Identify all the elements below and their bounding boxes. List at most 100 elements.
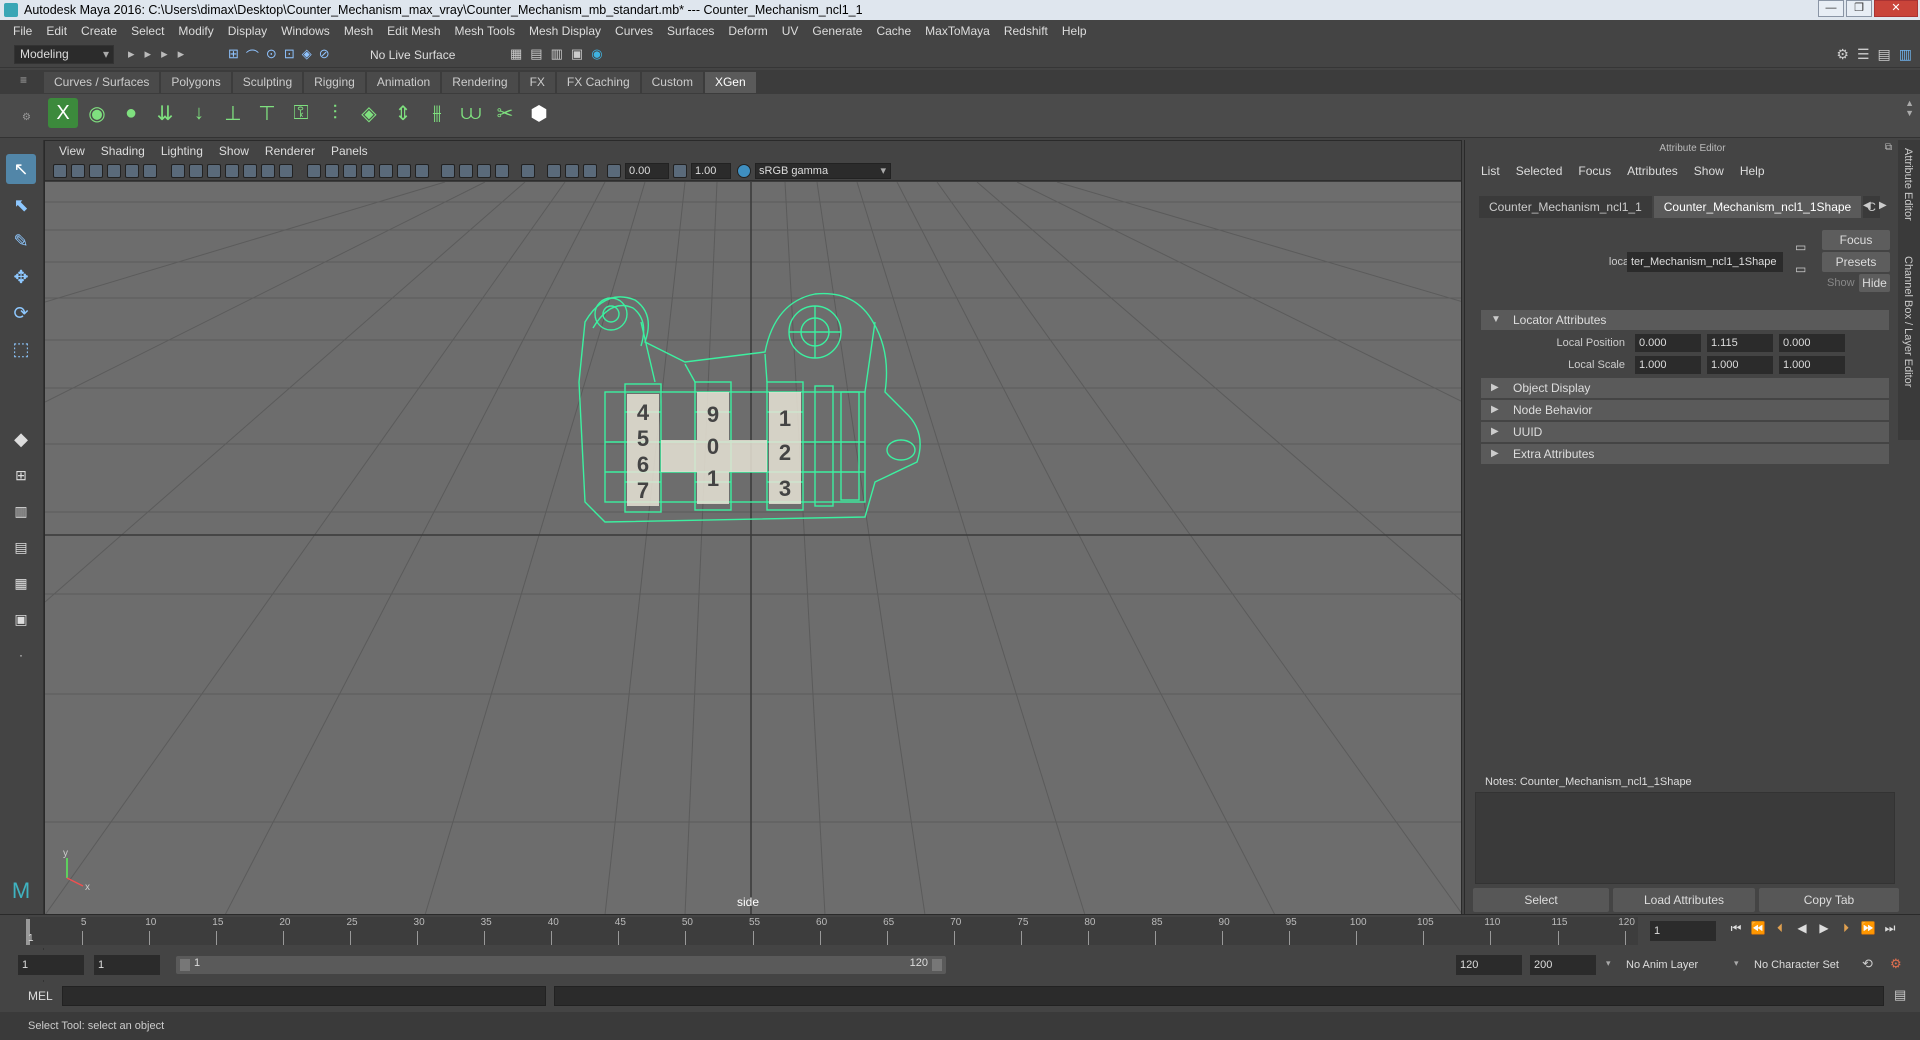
locator-name-field[interactable]: ter_Mechanism_ncl1_1Shape: [1627, 252, 1783, 272]
anim-layer-dropdown[interactable]: No Anim Layer: [1622, 955, 1740, 975]
ae-menu-help[interactable]: Help: [1732, 164, 1773, 178]
smooth-shade-icon[interactable]: [325, 164, 339, 178]
tab-curves-surfaces[interactable]: Curves / Surfaces: [44, 72, 160, 93]
character-set-dropdown[interactable]: No Character Set: [1750, 955, 1868, 975]
menu-file[interactable]: File: [6, 24, 39, 38]
menu-edit-mesh[interactable]: Edit Mesh: [380, 24, 447, 38]
ae-menu-show[interactable]: Show: [1686, 164, 1732, 178]
safe-title-icon[interactable]: [279, 164, 293, 178]
x-ray-icon[interactable]: [379, 164, 393, 178]
vp-menu-show[interactable]: Show: [211, 144, 257, 158]
shelf-scroll-up-icon[interactable]: ▲: [1905, 98, 1914, 108]
isolate-select-icon[interactable]: [521, 164, 535, 178]
minimize-button[interactable]: —: [1818, 0, 1844, 17]
xgen-create-description-icon[interactable]: ●: [116, 98, 146, 128]
menu-edit[interactable]: Edit: [39, 24, 74, 38]
section-extra-attributes[interactable]: ▶ Extra Attributes: [1481, 444, 1889, 464]
menu-generate[interactable]: Generate: [805, 24, 869, 38]
tab-shape-node[interactable]: Counter_Mechanism_ncl1_1Shape: [1653, 196, 1862, 218]
scale-tool-icon[interactable]: ⬚: [6, 334, 36, 364]
menu-mesh-tools[interactable]: Mesh Tools: [448, 24, 522, 38]
time-slider[interactable]: 1 5 10 15 20 25 30 35 40 45 50 55 60 65 70 75 80 85 90 95 1…: [0, 914, 1920, 948]
local-position-z[interactable]: 0.000: [1779, 334, 1845, 352]
menu-modify[interactable]: Modify: [171, 24, 220, 38]
tab-scroll-left-icon[interactable]: ◀: [1863, 200, 1871, 211]
command-input[interactable]: [62, 986, 546, 1006]
select-button[interactable]: Select: [1473, 888, 1609, 912]
tab-animation[interactable]: Animation: [366, 72, 441, 93]
tab-fx[interactable]: FX: [519, 72, 555, 93]
menu-cache[interactable]: Cache: [869, 24, 918, 38]
tab-fx-caching[interactable]: FX Caching: [556, 72, 640, 93]
layout-two-icon[interactable]: ▥: [6, 496, 36, 526]
play-forward-icon[interactable]: ▶: [1816, 920, 1832, 936]
xray-joints-icon[interactable]: [547, 164, 561, 178]
range-slider-bar[interactable]: 1 120: [176, 956, 946, 974]
xgen-sculpt-guide-icon[interactable]: ⊥: [218, 98, 248, 128]
wireframe-on-shaded-icon[interactable]: [361, 164, 375, 178]
copy-tab-button[interactable]: Copy Tab: [1759, 888, 1899, 912]
step-back-key-icon[interactable]: ⏪: [1750, 920, 1766, 936]
viewport-canvas[interactable]: 4 5 6 7 9 0 1 1 2 3 y x side: [45, 182, 1461, 915]
lasso-tool-icon[interactable]: ⬉: [6, 190, 36, 220]
two-d-pan-icon[interactable]: [125, 164, 139, 178]
playback-start-field[interactable]: 1: [94, 955, 160, 975]
section-uuid[interactable]: ▶ UUID: [1481, 422, 1889, 442]
menu-display[interactable]: Display: [221, 24, 274, 38]
close-button[interactable]: ✕: [1874, 0, 1918, 17]
ae-menu-attributes[interactable]: Attributes: [1619, 164, 1686, 178]
xgen-lock-icon[interactable]: ⚿: [286, 98, 316, 128]
vp-menu-lighting[interactable]: Lighting: [153, 144, 211, 158]
xray-active-icon[interactable]: [565, 164, 579, 178]
safe-action-icon[interactable]: [261, 164, 275, 178]
auto-key-icon[interactable]: ⟲: [1862, 956, 1873, 972]
tab-xgen[interactable]: XGen: [704, 72, 756, 93]
menu-maxtomaya[interactable]: MaxToMaya: [918, 24, 997, 38]
layout-persp-graph-icon[interactable]: ▣: [6, 604, 36, 634]
ae-menu-selected[interactable]: Selected: [1508, 164, 1571, 178]
field-chart-icon[interactable]: [243, 164, 257, 178]
presets-button[interactable]: Presets: [1822, 252, 1890, 272]
tab-rendering[interactable]: Rendering: [442, 72, 518, 93]
step-forward-key-icon[interactable]: ⏩: [1860, 920, 1876, 936]
anti-aliasing-icon[interactable]: [495, 164, 509, 178]
tab-channel-box-vertical[interactable]: Channel Box / Layer Editor: [1902, 256, 1914, 387]
render-settings-icon[interactable]: ▥: [551, 46, 563, 62]
shelf-menu-down-icon[interactable]: ▼: [1905, 108, 1914, 118]
go-to-end-icon[interactable]: ⏭: [1882, 920, 1898, 936]
animation-end-field[interactable]: 200: [1530, 955, 1596, 975]
range-handle-start[interactable]: [180, 959, 190, 971]
vp-menu-view[interactable]: View: [51, 144, 93, 158]
layout-graph-icon[interactable]: ▦: [6, 568, 36, 598]
shelf-menu-icon[interactable]: ≡: [20, 73, 27, 87]
render-view-icon[interactable]: ◉: [591, 46, 602, 62]
load-attributes-button[interactable]: Load Attributes: [1613, 888, 1755, 912]
range-chevron-icon[interactable]: ▾: [1606, 958, 1611, 969]
xgen-hexagon-icon[interactable]: ⬢: [524, 98, 554, 128]
tab-custom[interactable]: Custom: [641, 72, 703, 93]
component-mode-icon[interactable]: ▸: [161, 46, 168, 62]
exposure-icon[interactable]: [607, 164, 621, 178]
xgen-preview-icon[interactable]: ◉: [82, 98, 112, 128]
hypershade-icon[interactable]: ▣: [571, 46, 583, 62]
layout-custom-icon[interactable]: ·: [6, 640, 36, 670]
local-position-y[interactable]: 1.115: [1707, 334, 1773, 352]
object-mode-icon[interactable]: ▸: [145, 46, 152, 62]
gamma-icon[interactable]: [673, 164, 687, 178]
menu-select[interactable]: Select: [124, 24, 171, 38]
tab-polygons[interactable]: Polygons: [161, 72, 231, 93]
menu-set-dropdown[interactable]: Modeling ▾: [14, 45, 114, 64]
gamma-field[interactable]: 1.00: [691, 163, 731, 179]
resolution-gate-icon[interactable]: [207, 164, 221, 178]
hierarchy-mode-icon[interactable]: ▸: [128, 46, 135, 62]
tool-settings-icon[interactable]: ▤: [1878, 46, 1891, 63]
vp-menu-panels[interactable]: Panels: [323, 144, 376, 158]
wireframe-icon[interactable]: [307, 164, 321, 178]
script-editor-icon[interactable]: ▤: [1894, 987, 1906, 1003]
move-tool-icon[interactable]: ✥: [6, 262, 36, 292]
default-material-icon[interactable]: [343, 164, 357, 178]
presets-node-icon[interactable]: ▭: [1795, 262, 1806, 276]
snap-view-icon[interactable]: ⊡: [284, 46, 295, 65]
focus-button[interactable]: Focus: [1822, 230, 1890, 250]
show-button[interactable]: Show: [1827, 277, 1855, 289]
